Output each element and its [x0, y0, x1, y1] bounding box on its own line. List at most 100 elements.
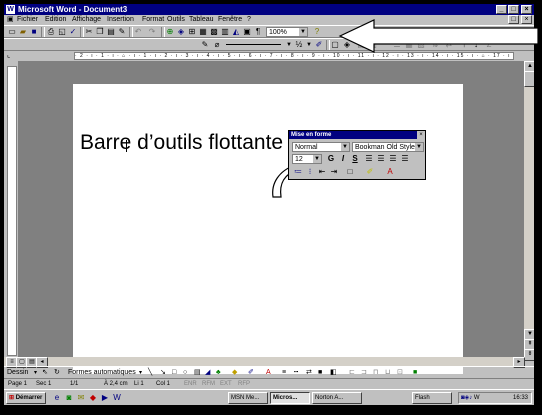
bold-button[interactable]: G: [326, 154, 336, 164]
table-icon[interactable]: ▦: [198, 27, 208, 37]
pointer-arrow-shape: [338, 19, 539, 53]
underline-button[interactable]: S: [350, 154, 360, 164]
quicklaunch-media-icon[interactable]: ▶: [100, 393, 110, 403]
task-norton[interactable]: Norton A...: [312, 392, 362, 404]
quicklaunch-desktop-icon[interactable]: ◙: [64, 393, 74, 403]
floating-toolbar-title[interactable]: Mise en forme: [289, 131, 425, 139]
tables-borders-icon[interactable]: ⊞: [187, 27, 197, 37]
quicklaunch-outlook-icon[interactable]: ✉: [76, 393, 86, 403]
status-page: Page 1: [8, 381, 28, 387]
columns-icon[interactable]: ▥: [220, 27, 230, 37]
status-line: Li 1: [134, 381, 144, 387]
border-color-icon[interactable]: ✐: [314, 40, 324, 50]
format-painter-icon[interactable]: ✎: [117, 27, 127, 37]
menu-affichage[interactable]: Affichage: [72, 15, 101, 25]
system-tray: ◙◈♪ W 16:33: [458, 392, 532, 404]
print-icon[interactable]: ⎙: [46, 27, 56, 37]
cut-icon[interactable]: ✂: [84, 27, 94, 37]
menu-fenetre[interactable]: Fenêtre: [218, 15, 242, 25]
doc-menu-icon[interactable]: ▣: [7, 15, 14, 25]
line-style-sample: [226, 44, 281, 45]
volume-icon[interactable]: W: [474, 395, 480, 401]
word-app-icon[interactable]: W: [6, 5, 15, 14]
doc-map-icon[interactable]: ▣: [242, 27, 252, 37]
help-icon[interactable]: ?: [312, 27, 322, 37]
start-button[interactable]: ⊞ Démarrer: [6, 392, 46, 404]
mode-ext[interactable]: EXT: [220, 379, 232, 389]
menu-insertion[interactable]: Insertion: [107, 15, 134, 25]
preview-icon[interactable]: ◱: [57, 27, 67, 37]
close-button[interactable]: ×: [521, 5, 532, 14]
web-toolbar-icon[interactable]: ◈: [176, 27, 186, 37]
task-flash[interactable]: Flash: [412, 392, 452, 404]
status-bar: Page 1 Sec 1 1/1 À 2,4 cm Li 1 Col 1 ENR…: [4, 378, 534, 388]
increase-indent-icon[interactable]: ⇥: [329, 167, 339, 177]
highlight-icon[interactable]: ✐: [365, 167, 375, 177]
quicklaunch-app-icon[interactable]: ◆: [88, 393, 98, 403]
spell-icon[interactable]: ✓: [68, 27, 78, 37]
line-weight-dropdown[interactable]: ▼: [304, 40, 314, 50]
annotation-text: Barre d’outils flottante: [80, 131, 284, 154]
new-doc-icon[interactable]: ▭: [7, 27, 17, 37]
line-style-dropdown[interactable]: ▼: [284, 40, 294, 50]
decrease-indent-icon[interactable]: ⇤: [317, 167, 327, 177]
menu-tableau[interactable]: Tableau: [189, 15, 214, 25]
menu-help[interactable]: ?: [247, 15, 251, 25]
word-window: W Microsoft Word - Document3 _ □ × ▣ Fic…: [3, 3, 535, 406]
font-size-select[interactable]: 12 ▼: [292, 154, 322, 164]
next-page-button[interactable]: ⇟: [524, 349, 534, 361]
redo-icon[interactable]: ↷: [147, 27, 157, 37]
task-word[interactable]: Micros...: [270, 392, 310, 404]
menu-fichier[interactable]: Fichier: [17, 15, 38, 25]
vertical-scrollbar[interactable]: ▲ ▼ ⇞ ⇟: [524, 61, 534, 361]
bullets-icon[interactable]: ⁝: [305, 167, 315, 177]
align-right-icon[interactable]: ☰: [388, 154, 398, 164]
align-left-icon[interactable]: ☰: [364, 154, 374, 164]
font-color-icon[interactable]: A: [385, 167, 395, 177]
quicklaunch-ie-icon[interactable]: e: [52, 393, 62, 403]
quicklaunch-word-icon[interactable]: W: [112, 393, 122, 403]
horizontal-scrollbar[interactable]: ≡ ▢ ▤ ◂ ▸: [4, 357, 525, 368]
status-column: Col 1: [156, 381, 171, 387]
minimize-button[interactable]: _: [496, 5, 507, 14]
align-center-icon[interactable]: ☰: [376, 154, 386, 164]
justify-icon[interactable]: ☰: [400, 154, 410, 164]
save-icon[interactable]: ■: [29, 27, 39, 37]
excel-icon[interactable]: ▩: [209, 27, 219, 37]
italic-button[interactable]: I: [338, 154, 348, 164]
scroll-thumb[interactable]: [524, 71, 534, 87]
pilcrow-icon[interactable]: ¶: [253, 27, 263, 37]
zoom-select[interactable]: 100% ▼: [266, 27, 308, 37]
numbering-icon[interactable]: ≔: [293, 167, 303, 177]
document-page[interactable]: [73, 84, 463, 374]
tab-selector-icon[interactable]: ⌞: [7, 51, 10, 59]
floating-format-toolbar[interactable]: Mise en forme × Normal ▼ Bookman Old Styl…: [288, 130, 426, 180]
taskbar: ⊞ Démarrer e ◙ ✉ ◆ ▶ W MSN Me... Micros.…: [4, 389, 534, 405]
drawing-icon[interactable]: ◭: [231, 27, 241, 37]
status-pages: 1/1: [70, 381, 79, 387]
mode-enr[interactable]: ENR: [184, 379, 197, 389]
vertical-ruler[interactable]: [7, 66, 17, 356]
undo-icon[interactable]: ↶: [133, 27, 143, 37]
floating-toolbar-close[interactable]: ×: [417, 131, 425, 139]
eraser-icon[interactable]: ⌀: [212, 40, 222, 50]
font-select[interactable]: Bookman Old Style ▼: [352, 142, 424, 152]
tray-icons[interactable]: ◙◈♪: [461, 395, 472, 401]
style-select[interactable]: Normal ▼: [292, 142, 350, 152]
task-msn[interactable]: MSN Me...: [228, 392, 268, 404]
maximize-button[interactable]: □: [508, 5, 519, 14]
menu-format[interactable]: Format: [142, 15, 164, 25]
line-weight-label: ½: [295, 40, 303, 49]
open-icon[interactable]: ▰: [18, 27, 28, 37]
mode-rfm[interactable]: RFM: [202, 379, 215, 389]
menu-edition[interactable]: Edition: [45, 15, 66, 25]
pen-icon[interactable]: ✎: [200, 40, 210, 50]
paste-icon[interactable]: ▤: [106, 27, 116, 37]
mode-rfp[interactable]: RFP: [238, 379, 250, 389]
hyperlink-icon[interactable]: ⊕: [165, 27, 175, 37]
border-icon[interactable]: □: [345, 167, 355, 177]
drawing-toolbar: Dessin ▾ ⇖ ↻ Formes automatiques ▾ ╲ ↘ □…: [4, 366, 534, 378]
clock: 16:33: [512, 395, 528, 401]
menu-outils[interactable]: Outils: [167, 15, 185, 25]
copy-icon[interactable]: ❐: [95, 27, 105, 37]
